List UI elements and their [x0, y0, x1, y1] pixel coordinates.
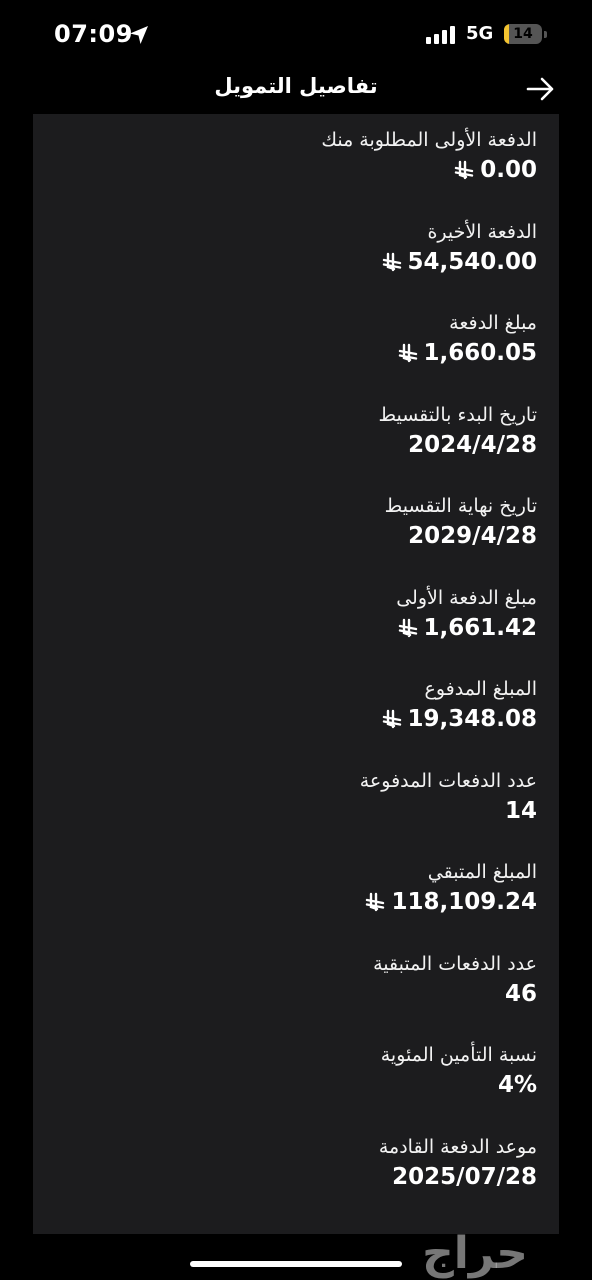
- detail-label: عدد الدفعات المدفوعة: [359, 769, 537, 792]
- detail-row: مبلغ الدفعة الأولى 1,661.42: [57, 584, 537, 647]
- detail-value: 0.00: [57, 154, 537, 189]
- riyal-icon: [382, 252, 401, 271]
- detail-amount: 14: [505, 795, 537, 827]
- detail-value: 19,348.08: [57, 703, 537, 738]
- svg-text:حراج: حراج: [422, 1228, 528, 1279]
- detail-amount: 54,540.00: [382, 246, 538, 278]
- detail-amount: 2029/4/28: [408, 520, 537, 552]
- status-bar: 07:09 5G 14: [0, 0, 592, 70]
- detail-value: 46: [57, 978, 537, 1010]
- detail-value-text: 2029/4/28: [408, 523, 537, 549]
- detail-amount: 0.00: [454, 154, 537, 186]
- detail-row: عدد الدفعات المدفوعة 14: [57, 767, 537, 827]
- detail-amount: 2024/4/28: [408, 429, 537, 461]
- detail-row: نسبة التأمين المئوية 4%: [57, 1041, 537, 1101]
- detail-row: المبلغ المدفوع 19,348.08: [57, 675, 537, 738]
- detail-row: تاريخ نهاية التقسيط 2029/4/28: [57, 492, 537, 552]
- detail-value-text: 4%: [497, 1072, 537, 1098]
- detail-value: 2025/07/28: [57, 1161, 537, 1193]
- detail-value: 2024/4/28: [57, 429, 537, 461]
- detail-label: نسبة التأمين المئوية: [380, 1044, 537, 1066]
- haraj-watermark: حراج: [422, 1228, 528, 1279]
- detail-value-text: 2024/4/28: [408, 431, 537, 458]
- detail-amount: 2025/07/28: [392, 1161, 537, 1193]
- riyal-icon: [398, 618, 417, 637]
- detail-value-text: 118,109.24: [391, 889, 537, 915]
- detail-row: تاريخ البدء بالتقسيط 2024/4/28: [57, 401, 537, 461]
- battery-tip: [544, 31, 547, 38]
- battery-icon: 14: [504, 24, 547, 44]
- status-time: 07:09: [54, 20, 133, 48]
- arrow-right-icon[interactable]: [524, 74, 558, 104]
- detail-value: 4%: [57, 1069, 537, 1101]
- detail-value-text: 54,540.00: [407, 248, 538, 275]
- home-indicator[interactable]: [190, 1261, 402, 1267]
- page-header: تفاصيل التمويل: [0, 70, 592, 110]
- detail-label: الدفعة الأخيرة: [427, 220, 537, 243]
- signal-bars-icon: [426, 26, 455, 44]
- detail-label: المبلغ المتبقي: [427, 861, 537, 883]
- detail-label: موعد الدفعة القادمة: [378, 1135, 537, 1158]
- detail-row: موعد الدفعة القادمة 2025/07/28: [57, 1133, 537, 1193]
- detail-value: 1,660.05: [57, 337, 537, 372]
- detail-value-text: 14: [504, 797, 537, 824]
- riyal-icon: [398, 343, 417, 363]
- detail-value-text: 19,348.08: [407, 706, 538, 732]
- detail-amount: 4%: [498, 1069, 537, 1101]
- detail-label: تاريخ نهاية التقسيط: [384, 495, 537, 517]
- page-title: تفاصيل التمويل: [214, 74, 378, 98]
- detail-value: 54,540.00: [57, 246, 537, 281]
- detail-row: الدفعة الأولى المطلوبة منك 0.00: [57, 126, 537, 189]
- detail-label: تاريخ البدء بالتقسيط: [378, 403, 537, 426]
- location-arrow-icon: [130, 26, 148, 44]
- detail-label: مبلغ الدفعة: [449, 312, 537, 334]
- detail-amount: 1,661.42: [398, 612, 538, 644]
- detail-value-text: 1,660.05: [423, 340, 538, 366]
- riyal-icon: [455, 160, 474, 180]
- detail-row: مبلغ الدفعة 1,660.05: [57, 309, 537, 372]
- detail-value: 14: [57, 795, 537, 827]
- detail-label: عدد الدفعات المتبقية: [373, 952, 537, 975]
- detail-value: 2029/4/28: [57, 520, 537, 552]
- detail-value-text: 2025/07/28: [392, 1163, 537, 1190]
- detail-amount: 19,348.08: [382, 703, 538, 735]
- riyal-icon: [382, 709, 401, 729]
- network-type: 5G: [466, 23, 494, 44]
- finance-details-card: الدفعة الأولى المطلوبة منك 0.00 الدفعة الأ…: [33, 114, 559, 1234]
- detail-value: 118,109.24: [57, 886, 537, 921]
- detail-row: الدفعة الأخيرة 54,540.00: [57, 218, 537, 281]
- detail-amount: 1,660.05: [398, 337, 538, 369]
- detail-label: الدفعة الأولى المطلوبة منك: [321, 129, 537, 151]
- detail-row: المبلغ المتبقي 118,109.24: [57, 858, 537, 921]
- detail-row: عدد الدفعات المتبقية 46: [57, 950, 537, 1010]
- detail-amount: 118,109.24: [365, 886, 537, 918]
- detail-value: 1,661.42: [57, 612, 537, 647]
- detail-value-text: 0.00: [480, 157, 537, 183]
- detail-value-text: 1,661.42: [423, 614, 538, 641]
- battery-level: 14: [513, 26, 533, 42]
- detail-label: مبلغ الدفعة الأولى: [396, 586, 537, 609]
- detail-label: المبلغ المدفوع: [424, 678, 538, 700]
- riyal-icon: [366, 892, 385, 912]
- detail-value-text: 46: [504, 980, 537, 1007]
- detail-amount: 46: [505, 978, 537, 1010]
